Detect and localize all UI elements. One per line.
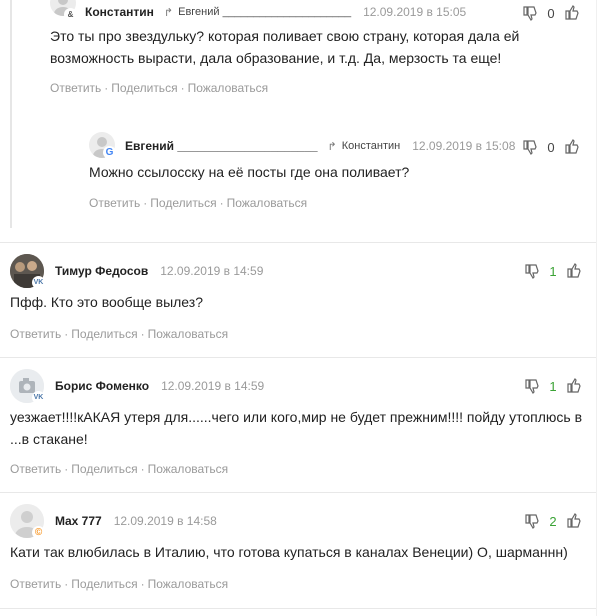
comment: G Евгений _____________________ ↱ Констан… bbox=[89, 132, 596, 228]
thread-line bbox=[10, 0, 12, 228]
comment-date: 12.09.2019 в 14:59 bbox=[160, 264, 264, 278]
thumbs-up-icon[interactable] bbox=[564, 5, 580, 21]
reply-link[interactable]: Ответить bbox=[50, 81, 101, 95]
vote-count: 0 bbox=[547, 5, 555, 21]
thumbs-up-icon[interactable] bbox=[564, 139, 580, 155]
comment-text: уезжает!!!!кАКАЯ утеря для......чего или… bbox=[10, 409, 583, 447]
comment-date: 12.09.2019 в 15:08 bbox=[412, 139, 516, 153]
separator: · bbox=[140, 462, 145, 476]
report-link[interactable]: Пожаловаться bbox=[188, 81, 269, 95]
separator: · bbox=[64, 577, 69, 591]
reply-to[interactable]: ↱ Константин bbox=[328, 140, 401, 153]
divider bbox=[0, 357, 596, 358]
author-name[interactable]: Борис Фоменко bbox=[55, 379, 149, 393]
reply-to-name: Евгений _____________________ bbox=[178, 6, 352, 18]
thumbs-up-icon[interactable] bbox=[566, 378, 582, 394]
vk-badge: VK bbox=[32, 391, 45, 404]
reply-link[interactable]: Ответить bbox=[89, 196, 140, 210]
vote-count: 0 bbox=[547, 139, 555, 155]
comment: VK Тимур Федосов 12.09.2019 в 14:59 1 Пф… bbox=[10, 254, 596, 344]
reply-link[interactable]: Ответить bbox=[10, 327, 61, 341]
report-link[interactable]: Пожаловаться bbox=[148, 327, 229, 341]
avatar-badge: & bbox=[64, 8, 77, 21]
separator: · bbox=[143, 196, 148, 210]
column-border bbox=[596, 0, 597, 616]
separator: · bbox=[140, 327, 145, 341]
vk-badge: VK bbox=[32, 276, 45, 289]
vote-count: 1 bbox=[549, 263, 557, 279]
comment-date: 12.09.2019 в 15:05 bbox=[363, 5, 467, 19]
comment: © Max 777 12.09.2019 в 14:58 2 Кати так … bbox=[10, 504, 596, 600]
thumbs-down-icon[interactable] bbox=[522, 5, 538, 21]
comment: VK Борис Фоменко 12.09.2019 в 14:59 1 уе… bbox=[10, 369, 596, 479]
separator: · bbox=[64, 462, 69, 476]
thumbs-down-icon[interactable] bbox=[524, 378, 540, 394]
comment-text: Это ты про звездульку? которая поливает … bbox=[50, 28, 520, 66]
ok-badge: © bbox=[32, 526, 45, 539]
comment-text: Можно ссылосску на её посты где она поли… bbox=[89, 164, 410, 180]
divider bbox=[0, 492, 596, 493]
report-link[interactable]: Пожаловаться bbox=[148, 462, 229, 476]
share-link[interactable]: Поделиться bbox=[111, 81, 177, 95]
author-name[interactable]: Тимур Федосов bbox=[55, 264, 148, 278]
separator: · bbox=[104, 81, 109, 95]
thumbs-down-icon[interactable] bbox=[524, 513, 540, 529]
share-link[interactable]: Поделиться bbox=[71, 327, 137, 341]
reply-to-name: Константин bbox=[341, 140, 401, 152]
author-name[interactable]: Константин bbox=[85, 5, 154, 19]
reply-arrow-icon: ↱ bbox=[327, 140, 337, 153]
report-link[interactable]: Пожаловаться bbox=[148, 577, 229, 591]
separator: · bbox=[219, 196, 224, 210]
comment: & Константин ↱ Евгений __________________… bbox=[50, 0, 596, 100]
thumbs-up-icon[interactable] bbox=[566, 513, 582, 529]
thumbs-up-icon[interactable] bbox=[566, 263, 582, 279]
reply-link[interactable]: Ответить bbox=[10, 577, 61, 591]
thumbs-down-icon[interactable] bbox=[522, 139, 538, 155]
vote-count: 2 bbox=[549, 513, 557, 529]
comment-text: Пфф. Кто это вообще вылез? bbox=[10, 294, 203, 310]
report-link[interactable]: Пожаловаться bbox=[227, 196, 308, 210]
author-name[interactable]: Евгений _____________________ bbox=[125, 139, 318, 153]
divider bbox=[0, 242, 596, 243]
reply-link[interactable]: Ответить bbox=[10, 462, 61, 476]
divider bbox=[0, 608, 596, 609]
google-badge: G bbox=[103, 146, 116, 159]
comment-date: 12.09.2019 в 14:58 bbox=[113, 514, 217, 528]
separator: · bbox=[140, 577, 145, 591]
comment-date: 12.09.2019 в 14:59 bbox=[161, 379, 265, 393]
author-name[interactable]: Max 777 bbox=[55, 514, 102, 528]
share-link[interactable]: Поделиться bbox=[150, 196, 216, 210]
comment-text: Кати так влюбилась в Италию, что готова … bbox=[10, 544, 568, 560]
separator: · bbox=[64, 327, 69, 341]
share-link[interactable]: Поделиться bbox=[71, 462, 137, 476]
reply-to[interactable]: ↱ Евгений _____________________ bbox=[164, 6, 351, 19]
reply-arrow-icon: ↱ bbox=[163, 6, 174, 19]
share-link[interactable]: Поделиться bbox=[71, 577, 137, 591]
vote-count: 1 bbox=[549, 378, 557, 394]
separator: · bbox=[180, 81, 185, 95]
thumbs-down-icon[interactable] bbox=[524, 263, 540, 279]
